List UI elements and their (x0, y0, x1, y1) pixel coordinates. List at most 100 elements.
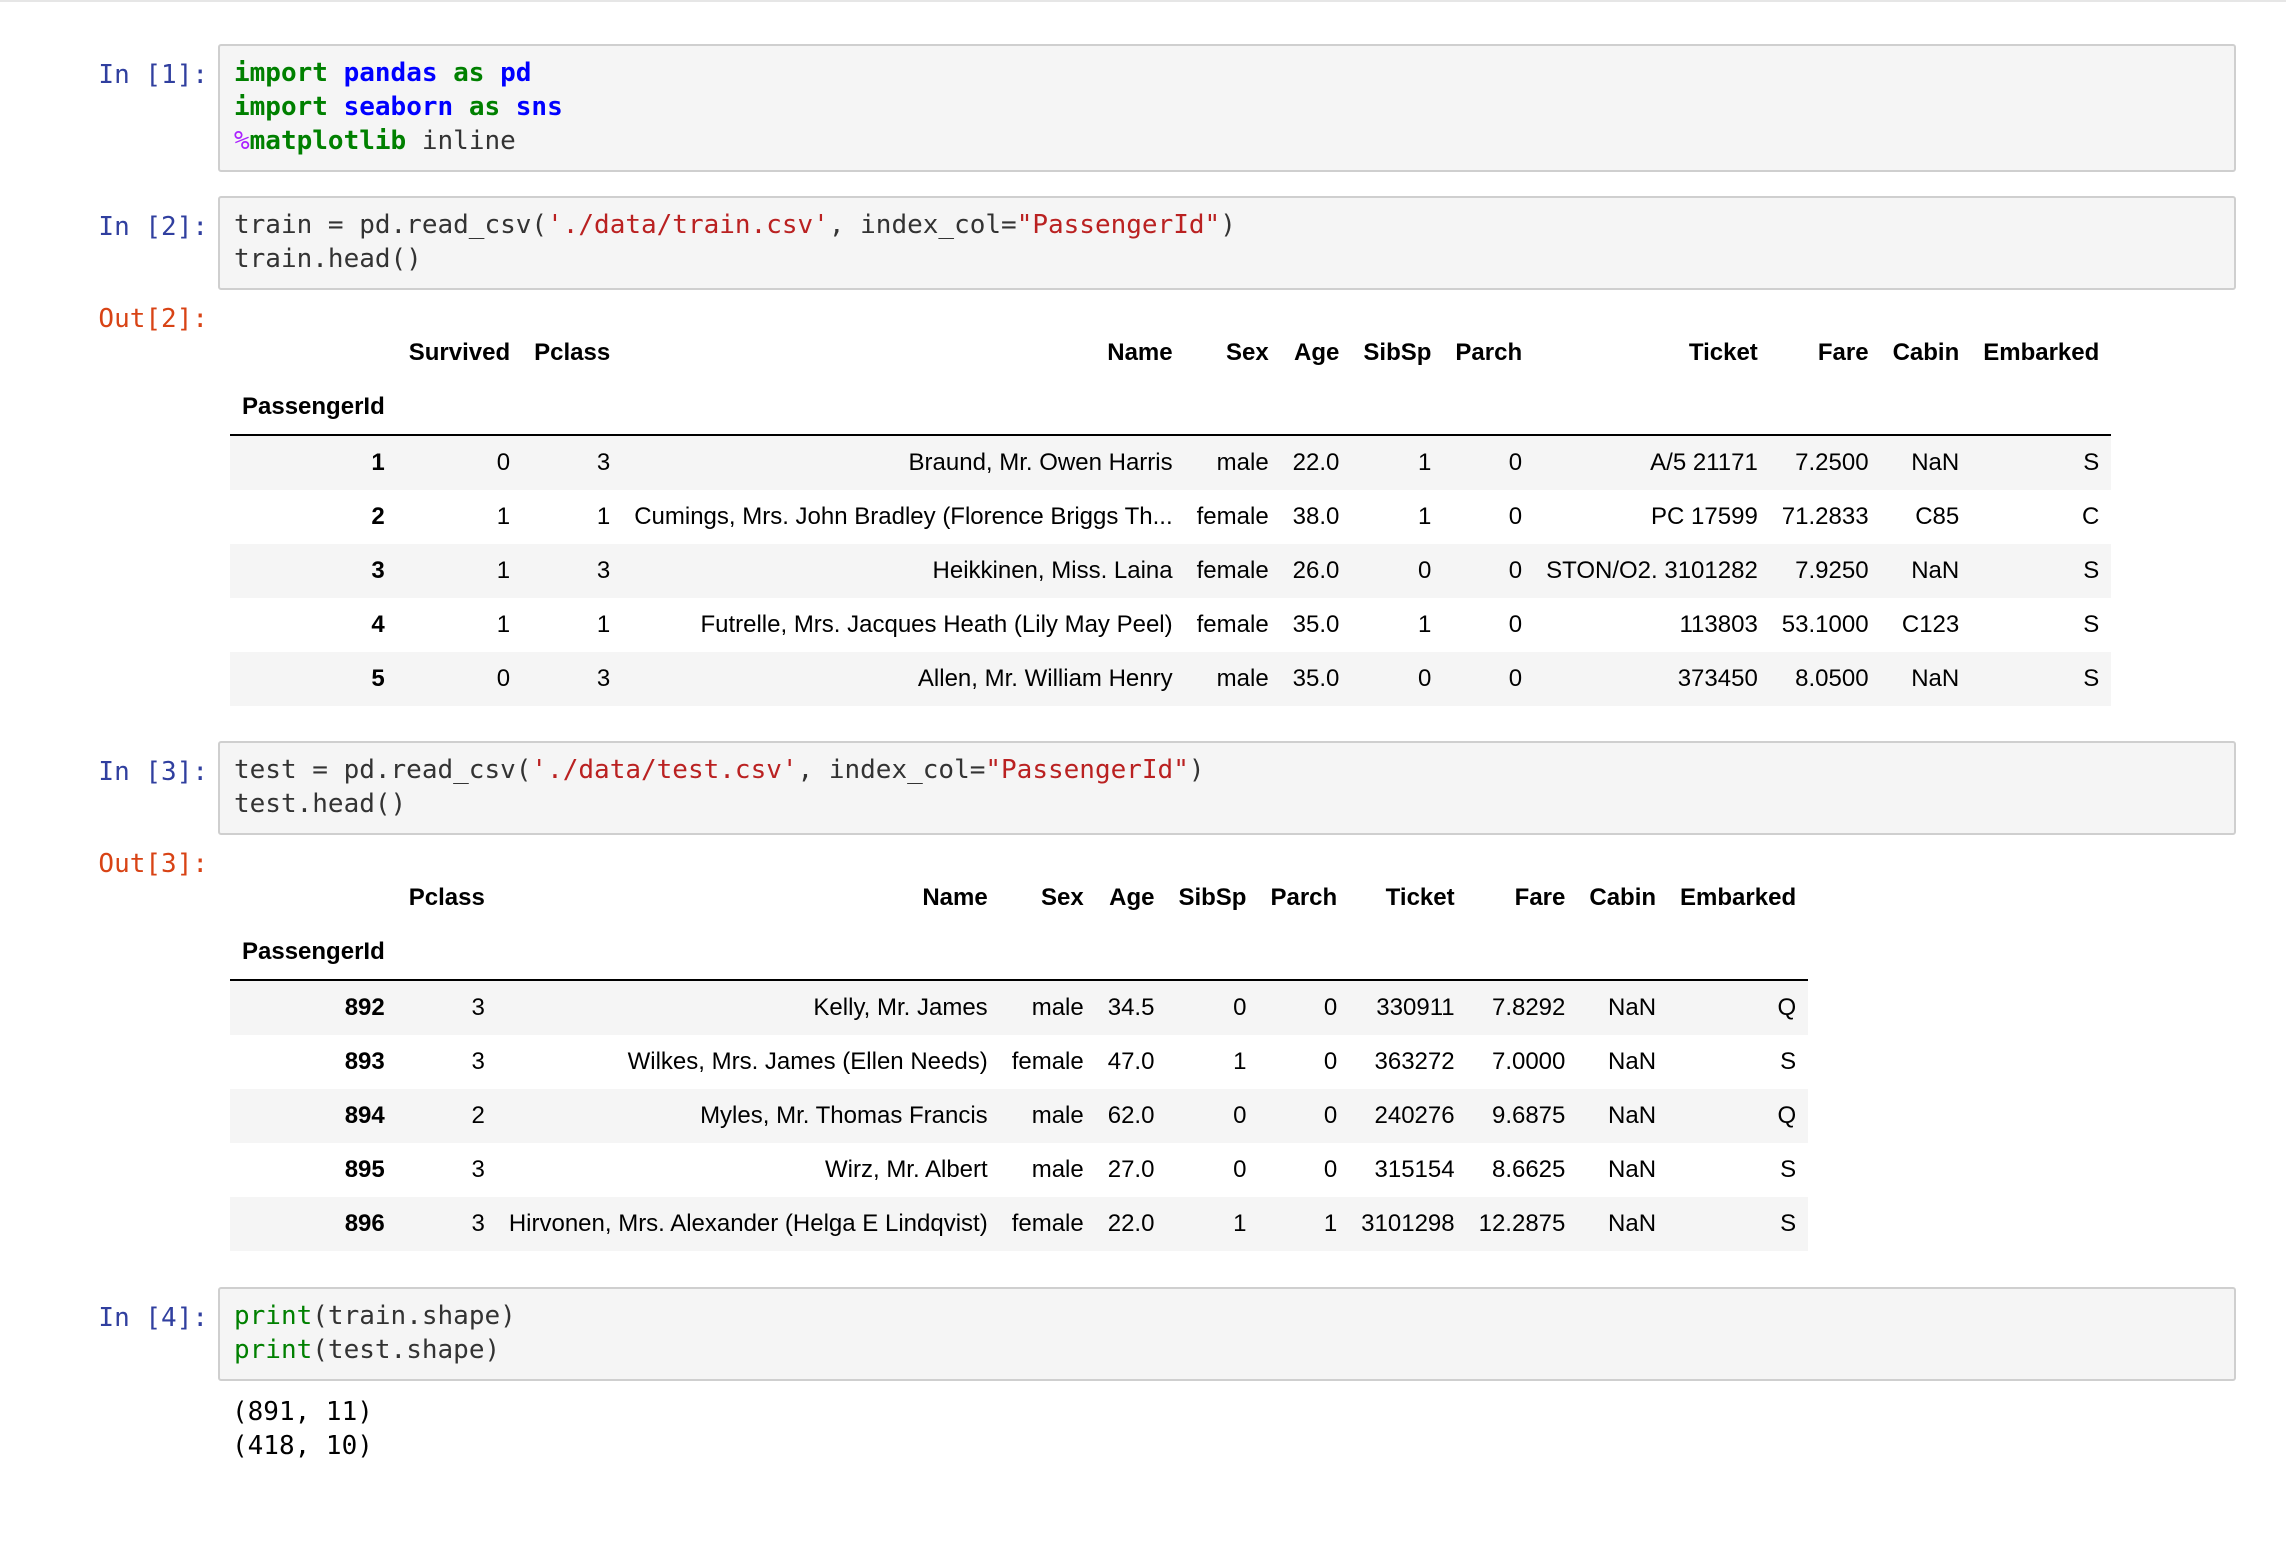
table-cell: 0 (1233, 1156, 1247, 1183)
table-cell: 38.0 (1292, 503, 1340, 530)
table-cell: 3 (471, 1048, 485, 1075)
cell-3-code-editor[interactable]: test = pd.read_csv('./data/test.csv', in… (218, 741, 2236, 835)
table-cell: NaN (1608, 994, 1657, 1021)
code-token: as (468, 92, 501, 122)
table-cell: 0 (1508, 503, 1523, 530)
table-cell: 12.2875 (1478, 1210, 1566, 1237)
table-cell: 3 (471, 1156, 485, 1183)
table-cell: 8.0500 (1795, 665, 1869, 692)
table-cell: 1 (496, 611, 511, 638)
table-cell: male (1031, 994, 1084, 1021)
table-cell: STON/O2. 3101282 (1546, 557, 1758, 584)
table-cell: NaN (1911, 665, 1960, 692)
table-cell: 53.1000 (1781, 611, 1869, 638)
header-blank-cell (230, 326, 397, 380)
table-cell: NaN (1911, 557, 1960, 584)
code-token: print (234, 1335, 313, 1365)
table-cell: 22.0 (1107, 1210, 1155, 1237)
table-cell: Hirvonen, Mrs. Alexander (Helga E Lindqv… (508, 1210, 988, 1237)
table-cell: 35.0 (1292, 665, 1340, 692)
table-cell: C123 (1901, 611, 1960, 638)
code-token: './data/test.csv' (531, 755, 798, 785)
index-name-header: PassengerId (242, 393, 385, 420)
train-dataframe-table: Survived Pclass Name Sex Age SibSp Parch Ticket… (230, 326, 2112, 706)
code-token: "PassengerId" (985, 755, 1189, 785)
table-cell: 1 (1418, 611, 1432, 638)
table-row: 895 3 Wirz, Mr. Albert male 27.0 0 0 315154 8.66… (230, 1143, 1808, 1197)
table-cell: 330911 (1376, 994, 1455, 1021)
cell-1-code-editor[interactable]: import pandas as pd import seaborn as sns… (218, 44, 2236, 172)
table-cell: female (1196, 557, 1269, 584)
column-header: Age (1109, 884, 1155, 911)
table-cell: Futrelle, Mrs. Jacques Heath (Lily May P… (700, 611, 1173, 638)
column-header: Embarked (1680, 884, 1797, 911)
index-header-blank (1258, 925, 1349, 980)
column-header: Fare (1817, 339, 1869, 366)
table-cell: Q (1777, 994, 1797, 1021)
column-header: Sex (1041, 884, 1084, 911)
code-token: pandas (343, 58, 438, 88)
table-cell: 1 (496, 503, 511, 530)
table-cell: C85 (1915, 503, 1960, 530)
table-cell: female (1011, 1048, 1084, 1075)
code-line: import pandas as pd (234, 56, 2220, 90)
table-cell: 0 (496, 665, 511, 692)
code-line: train = pd.read_csv('./data/train.csv', … (234, 208, 2220, 242)
cell-4-in-prompt: In [4]: (98, 1303, 208, 1333)
code-line: %matplotlib inline (234, 124, 2220, 158)
row-index: 2 (371, 503, 385, 530)
column-header: Name (1107, 339, 1173, 366)
table-cell: 3 (596, 557, 611, 584)
table-row: 4 1 1 Futrelle, Mrs. Jacques Heath (Lily Ma… (230, 598, 2111, 652)
index-header-blank (1577, 925, 1668, 980)
table-cell: Q (1777, 1102, 1797, 1129)
table-cell: 0 (1508, 557, 1523, 584)
column-header: Sex (1225, 339, 1269, 366)
table-cell: 35.0 (1292, 611, 1340, 638)
index-header-blank (622, 380, 1184, 435)
table-cell: 3101298 (1361, 1210, 1455, 1237)
table-cell: 1 (1323, 1210, 1338, 1237)
table-row: 896 3 Hirvonen, Mrs. Alexander (Helga E Li… (230, 1197, 1809, 1251)
index-name-header: PassengerId (242, 938, 385, 965)
index-header-blank (1349, 925, 1466, 980)
table-cell: 7.8292 (1491, 994, 1566, 1021)
code-token: , index_col= (797, 755, 986, 785)
table-cell: female (1196, 503, 1269, 530)
table-cell: female (1011, 1210, 1084, 1237)
table-cell: 1 (1233, 1210, 1247, 1237)
cell-4-code-editor[interactable]: print(train.shape) print(test.shape) (218, 1287, 2236, 1381)
column-header: Survived (408, 339, 511, 366)
code-token: seaborn (343, 92, 454, 122)
code-token: train.head() (234, 244, 422, 274)
index-header-blank (1668, 925, 1808, 980)
table-cell: male (1216, 449, 1269, 476)
code-token: train = pd.read_csv( (234, 210, 548, 240)
table-cell: 0 (496, 449, 511, 476)
cell-2-code-editor[interactable]: train = pd.read_csv('./data/train.csv', … (218, 196, 2236, 290)
table-cell: 0 (1418, 557, 1432, 584)
row-index: 896 (344, 1210, 385, 1237)
table-cell: 26.0 (1292, 557, 1340, 584)
table-cell: S (2083, 557, 2100, 584)
code-token: ) (1188, 755, 1205, 785)
table-cell: NaN (1608, 1210, 1657, 1237)
table-cell: Heikkinen, Miss. Laina (932, 557, 1173, 584)
table-cell: 34.5 (1107, 994, 1155, 1021)
table-cell: Wirz, Mr. Albert (825, 1156, 988, 1183)
code-line: print(train.shape) (234, 1299, 2220, 1333)
table-cell: Braund, Mr. Owen Harris (908, 449, 1173, 476)
table-cell: S (1780, 1156, 1797, 1183)
index-header-blank (1467, 925, 1578, 980)
table-cell: 1 (496, 557, 511, 584)
table-cell: male (1031, 1102, 1084, 1129)
index-header-blank (1185, 380, 1281, 435)
table-cell: 0 (1323, 1156, 1338, 1183)
table-cell: 7.0000 (1491, 1048, 1566, 1075)
row-index: 893 (344, 1048, 385, 1075)
code-token: (test.shape) (312, 1335, 501, 1365)
code-token: './data/train.csv' (547, 210, 829, 240)
